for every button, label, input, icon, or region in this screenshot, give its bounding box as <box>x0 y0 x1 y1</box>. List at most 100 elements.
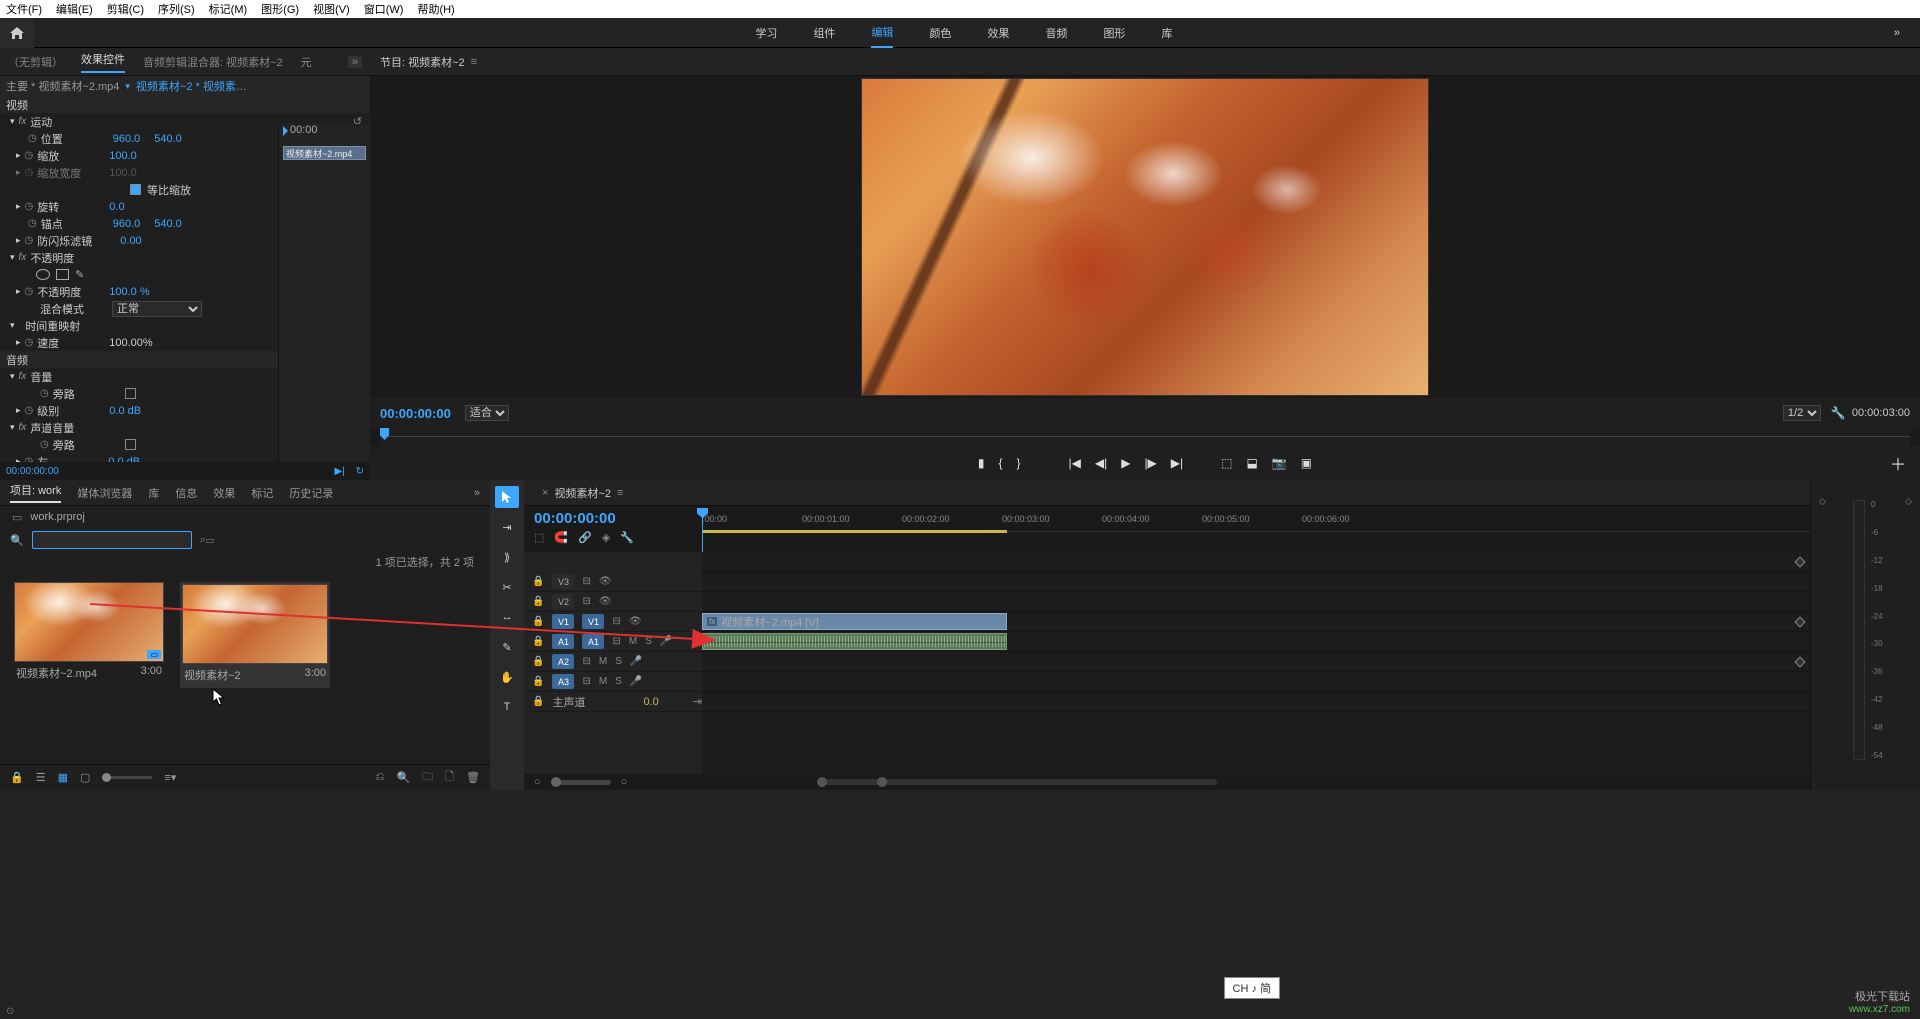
settings-icon[interactable]: 🔧 <box>1831 406 1846 420</box>
ws-audio[interactable]: 音频 <box>1045 19 1067 47</box>
selection-tool[interactable] <box>495 486 519 508</box>
ws-effects[interactable]: 效果 <box>987 19 1009 47</box>
timeline-ruler[interactable]: :00:00 00:00:01:00 00:00:02:00 00:00:03:… <box>702 512 1810 532</box>
stopwatch-icon[interactable]: ◷ <box>25 150 34 161</box>
source-patch[interactable]: A1 <box>552 634 574 649</box>
work-area-bar[interactable] <box>702 530 1007 533</box>
lock-icon[interactable]: 🔒 <box>532 676 544 687</box>
ec-mini-timeline[interactable]: 00:00 视频素材~2.mp4 <box>278 124 370 462</box>
pen-mask-icon[interactable]: ✎ <box>75 268 84 281</box>
stopwatch-icon[interactable]: ◷ <box>25 201 34 212</box>
ec-footer-time[interactable]: 00:00:00:00 <box>6 466 59 477</box>
keyframe-icon[interactable] <box>1794 556 1805 567</box>
program-viewport[interactable] <box>370 76 1920 398</box>
search-input[interactable] <box>32 531 192 549</box>
step-forward-icon[interactable]: |▶ <box>1144 456 1156 470</box>
stopwatch-icon[interactable]: ◷ <box>28 133 37 144</box>
flicker-value[interactable]: 0.00 <box>120 235 141 247</box>
ripple-edit-tool[interactable]: ⟫ <box>495 546 519 568</box>
new-item-icon[interactable]: 🗋 <box>445 768 454 787</box>
lock-icon[interactable]: 🔒 <box>532 636 544 647</box>
track-target[interactable]: V2 <box>552 594 574 609</box>
track-target[interactable]: A3 <box>552 674 574 689</box>
lock-icon[interactable]: 🔒 <box>532 576 544 587</box>
freeform-view-icon[interactable]: ▢ <box>80 771 90 784</box>
tab-effect-controls[interactable]: 效果控件 <box>81 51 125 73</box>
razor-tool[interactable]: ✂ <box>495 576 519 598</box>
track-target[interactable]: A2 <box>552 654 574 669</box>
settings-icon[interactable]: 🔧 <box>620 531 634 544</box>
new-search-bin-icon[interactable]: ⌕▭ <box>200 534 215 547</box>
menu-edit[interactable]: 编辑(E) <box>56 1 93 17</box>
snap-icon[interactable]: 🧲 <box>554 531 568 544</box>
meter-handle-icon[interactable]: ◇ <box>1819 496 1826 507</box>
solo-icon[interactable]: S <box>615 676 622 687</box>
project-item-clip[interactable]: ▭ 视频素材~2.mp43:00 <box>14 582 164 684</box>
stopwatch-icon[interactable]: ◷ <box>40 388 49 399</box>
play-only-icon[interactable]: ▶| <box>335 466 345 477</box>
solo-icon[interactable]: S <box>615 656 622 667</box>
list-view-icon[interactable]: ☰ <box>36 771 46 784</box>
extract-icon[interactable]: ⬓ <box>1247 456 1258 470</box>
master-value[interactable]: 0.0 <box>643 696 658 708</box>
menu-graphics[interactable]: 图形(G) <box>261 1 299 17</box>
zoom-out-icon[interactable]: ○ <box>534 776 541 788</box>
export-frame-icon[interactable]: 📷 <box>1272 456 1287 470</box>
blend-mode-select[interactable]: 正常 <box>112 301 202 317</box>
menu-file[interactable]: 文件(F) <box>6 1 42 17</box>
rect-mask-icon[interactable] <box>56 269 69 280</box>
tab-overflow[interactable]: » <box>348 56 362 68</box>
ws-color[interactable]: 颜色 <box>929 19 951 47</box>
lock-icon[interactable]: 🔒 <box>532 616 544 627</box>
track-header-v1[interactable]: 🔒V1V1⊟👁 <box>524 612 702 632</box>
mark-in-icon[interactable]: { <box>998 456 1002 470</box>
voice-icon[interactable]: 🎤 <box>630 676 642 687</box>
sort-icon[interactable]: ≡▾ <box>164 771 176 784</box>
stopwatch-icon[interactable]: ◷ <box>40 439 49 450</box>
program-timecode[interactable]: 00:00:00:00 <box>380 406 451 421</box>
position-y[interactable]: 540.0 <box>154 133 182 145</box>
mute-icon[interactable]: M <box>599 656 607 667</box>
add-marker-icon[interactable]: ▮ <box>978 456 985 470</box>
checkbox-icon[interactable] <box>125 439 136 450</box>
zoom-slider[interactable] <box>102 776 152 779</box>
vertical-zoom-slider[interactable] <box>551 780 611 785</box>
ws-assembly[interactable]: 组件 <box>813 19 835 47</box>
track-header-v2[interactable]: 🔒V2⊟👁 <box>524 592 702 612</box>
write-access-icon[interactable]: 🔒 <box>10 771 24 784</box>
timeline-timecode[interactable]: 00:00:00:00 <box>534 510 692 527</box>
track-header-a1[interactable]: 🔒A1A1⊟MS🎤 <box>524 632 702 652</box>
menu-sequence[interactable]: 序列(S) <box>158 1 195 17</box>
program-time-ruler[interactable] <box>380 428 1910 446</box>
speed-value[interactable]: 100.00% <box>109 337 152 349</box>
tab-info[interactable]: 信息 <box>175 485 197 501</box>
tab-markers[interactable]: 标记 <box>251 485 273 501</box>
opacity-value[interactable]: 100.0 % <box>109 286 149 298</box>
ws-graphics[interactable]: 图形 <box>1103 19 1125 47</box>
project-icon-view[interactable]: ▭ 视频素材~2.mp43:00 视频素材~23:00 <box>0 570 490 764</box>
tab-media-browser[interactable]: 媒体浏览器 <box>77 485 132 501</box>
proj-overflow[interactable]: » <box>474 487 480 499</box>
program-playhead[interactable] <box>380 428 389 440</box>
nest-icon[interactable]: ⬚ <box>534 531 544 544</box>
checkbox-icon[interactable] <box>130 184 141 195</box>
track-header-a2[interactable]: 🔒A2⊟MS🎤 <box>524 652 702 672</box>
track-header-master[interactable]: 🔒主声道0.0⇥ <box>524 692 702 712</box>
video-clip[interactable]: fx视频素材~2.mp4 [V] <box>702 613 1007 630</box>
audio-clip[interactable] <box>702 633 1007 650</box>
resolution-select[interactable]: 1/2 <box>1783 405 1821 421</box>
pen-tool[interactable]: ✎ <box>495 636 519 658</box>
track-select-tool[interactable]: ⇥ <box>495 516 519 538</box>
left-value[interactable]: 0.0 dB <box>108 456 140 463</box>
stopwatch-icon[interactable]: ◷ <box>25 286 34 297</box>
comparison-icon[interactable]: ▣ <box>1301 456 1312 470</box>
voice-icon[interactable]: 🎤 <box>630 656 642 667</box>
type-tool[interactable]: T <box>495 696 519 718</box>
ws-libraries[interactable]: 库 <box>1161 19 1172 47</box>
rotation-value[interactable]: 0.0 <box>109 201 124 213</box>
ellipse-mask-icon[interactable] <box>36 269 50 280</box>
icon-view-icon[interactable]: ▦ <box>58 771 68 784</box>
tab-libraries[interactable]: 库 <box>148 485 159 501</box>
lock-icon[interactable]: 🔒 <box>532 696 544 707</box>
menu-marker[interactable]: 标记(M) <box>209 1 248 17</box>
